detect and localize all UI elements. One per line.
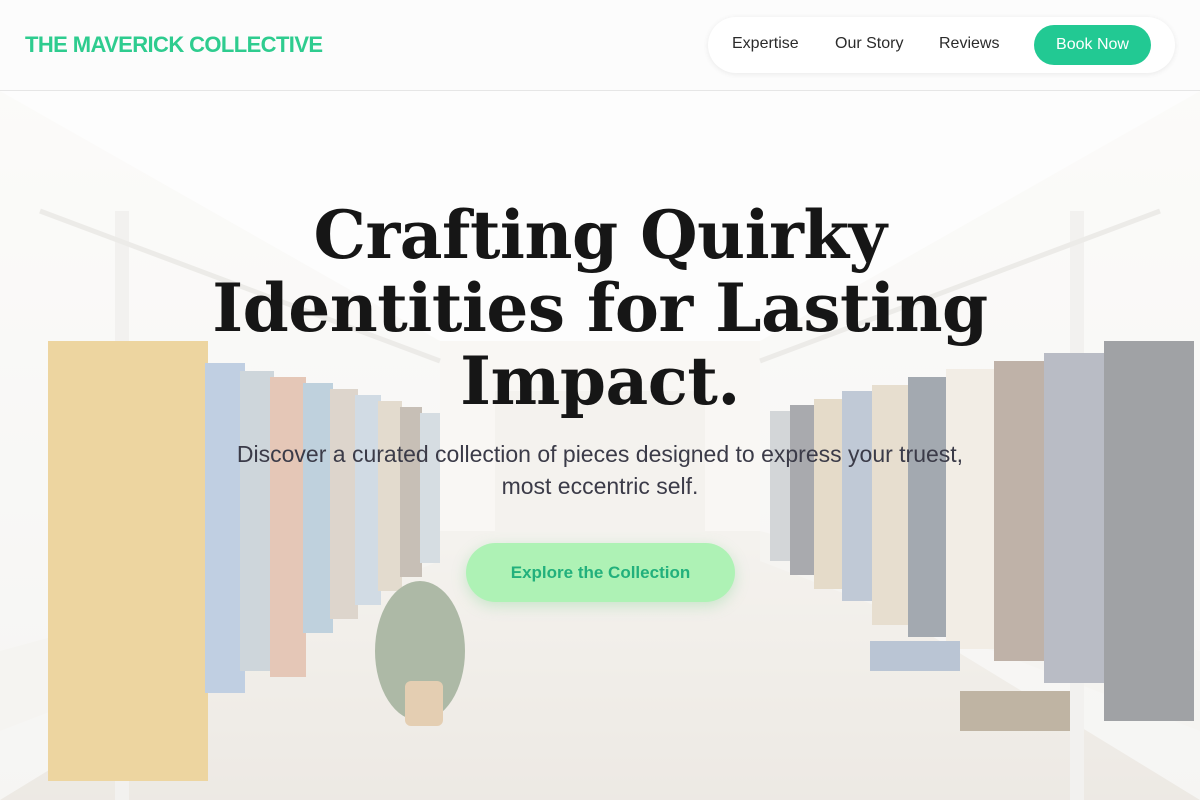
headline-line-2: Identities for Lasting	[212, 269, 988, 347]
explore-collection-button[interactable]: Explore the Collection	[466, 543, 735, 602]
main-nav: Expertise Our Story Reviews Book Now	[708, 17, 1175, 73]
nav-link-our-story[interactable]: Our Story	[835, 35, 903, 53]
book-now-button[interactable]: Book Now	[1034, 25, 1151, 65]
nav-link-expertise[interactable]: Expertise	[732, 35, 799, 53]
subtext-line-1: Discover a curated collection of pieces …	[236, 441, 964, 467]
hero-subtext: Discover a curated collection of pieces …	[180, 438, 1020, 502]
headline-line-3: Impact.	[460, 342, 740, 420]
subtext-line-2: most eccentric self.	[501, 473, 699, 499]
nav-link-reviews[interactable]: Reviews	[939, 35, 999, 53]
headline-line-1: Crafting Quirky	[313, 196, 887, 274]
site-header: THE MAVERICK COLLECTIVE Expertise Our St…	[0, 0, 1200, 91]
hero-headline: Crafting Quirky Identities for Lasting I…	[150, 199, 1050, 418]
brand-logo[interactable]: THE MAVERICK COLLECTIVE	[25, 32, 323, 58]
